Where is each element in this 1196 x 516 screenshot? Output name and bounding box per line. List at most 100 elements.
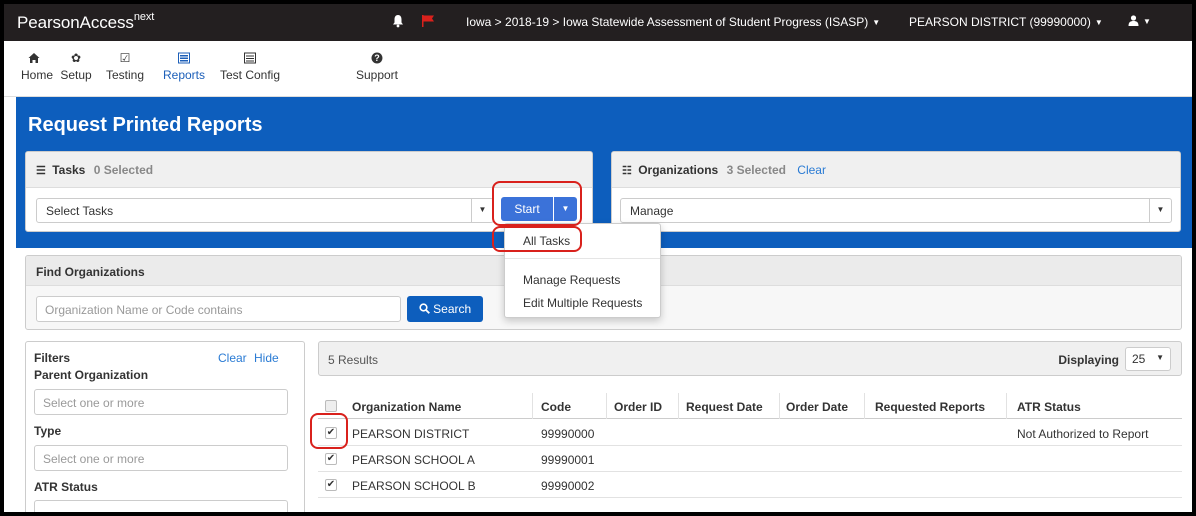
parent-organization-select[interactable]: Select one or more [34,389,288,415]
list-icon [244,52,256,64]
row-checkbox[interactable]: ✔ [325,479,337,491]
column-header-requested-reports[interactable]: Requested Reports [875,400,985,414]
organization-name: PEARSON DISTRICT [352,427,470,441]
table-row[interactable]: ✔ PEARSON SCHOOL B 99990002 [318,472,1182,498]
brand-name: PearsonAccess [17,13,134,32]
caret-down-icon: ▼ [471,199,493,222]
highlight-start-button [492,181,582,226]
column-header-order-date[interactable]: Order Date [786,400,848,414]
organization-dropdown[interactable]: PEARSON DISTRICT (99990000) ▼ [909,15,1103,29]
gear-icon: ✿ [70,51,82,65]
organization-code: 99990001 [541,453,595,467]
search-input[interactable]: Organization Name or Code contains [36,296,401,322]
caret-down-icon: ▼ [1156,353,1164,362]
nav-testing[interactable]: ☑ Testing [103,51,147,82]
user-icon [1128,15,1139,26]
brand-logo[interactable]: PearsonAccessnext [17,11,155,33]
search-icon [419,303,430,314]
task-select-text: Select Tasks [46,204,114,218]
organizations-select-text: Manage [630,204,674,218]
type-label: Type [34,424,62,438]
column-divider [779,393,780,419]
column-divider [606,393,607,419]
organization-name: PEARSON SCHOOL A [352,453,475,467]
checkbox-icon: ☑ [119,51,131,65]
main-nav: Home ✿ Setup ☑ Testing Reports Test Conf… [4,41,1192,97]
bell-icon[interactable] [391,14,405,28]
column-divider [1006,393,1007,419]
user-menu[interactable]: ▼ [1128,14,1151,28]
svg-text:?: ? [374,53,380,63]
nav-label: Reports [162,68,206,82]
tasks-title: Tasks [52,163,86,177]
column-header-code[interactable]: Code [541,400,571,414]
column-divider [864,393,865,419]
row-checkbox[interactable]: ✔ [325,453,337,465]
breadcrumb-dropdown[interactable]: Iowa > 2018-19 > Iowa Statewide Assessme… [466,15,880,29]
breadcrumb-text: Iowa > 2018-19 > Iowa Statewide Assessme… [466,15,869,29]
table-header-row: Organization Name Code Order ID Request … [318,393,1182,419]
organizations-selected-count: 3 Selected [726,163,786,177]
atr-status: Not Authorized to Report [1017,427,1149,441]
top-bar: PearsonAccessnext Iowa > 2018-19 > Iowa … [4,4,1192,41]
nav-test-config[interactable]: Test Config [217,51,283,82]
nav-label: Home [21,68,54,82]
displaying-label: Displaying [1058,353,1119,367]
filters-clear-link[interactable]: Clear [218,351,247,365]
brand-superscript: next [133,11,155,23]
column-divider [532,393,533,419]
select-all-checkbox[interactable] [325,400,337,412]
organizations-action-select[interactable]: Manage ▼ [620,198,1172,223]
caret-down-icon: ▼ [1094,18,1103,27]
atr-status-label: ATR Status [34,480,98,494]
menu-item-edit-multiple-requests[interactable]: Edit Multiple Requests [523,296,642,310]
search-button[interactable]: Search [407,296,483,322]
question-icon: ? [371,52,383,64]
table-row[interactable]: ✔ PEARSON DISTRICT 99990000 Not Authoriz… [318,420,1182,446]
highlight-row-checkbox [310,413,348,449]
organizations-panel: ☷ Organizations 3 Selected Clear Manage … [611,151,1181,232]
nav-support[interactable]: ? Support [354,51,400,82]
nav-setup[interactable]: ✿ Setup [59,51,93,82]
column-header-name[interactable]: Organization Name [352,400,461,414]
column-header-order-id[interactable]: Order ID [614,400,662,414]
atr-status-select[interactable] [34,500,288,512]
parent-organization-label: Parent Organization [34,368,149,382]
nav-reports[interactable]: Reports [162,51,206,82]
organization-code: 99990000 [541,427,595,441]
per-page-value: 25 [1132,352,1146,366]
page-title: Request Printed Reports [28,114,263,136]
highlight-all-tasks [492,226,582,252]
table-row[interactable]: ✔ PEARSON SCHOOL A 99990001 [318,446,1182,472]
filters-panel: Filters Clear Hide Parent Organization S… [25,341,305,512]
column-divider [678,393,679,419]
organizations-panel-header: ☷ Organizations 3 Selected Clear [612,152,1180,188]
nav-label: Setup [60,68,92,82]
app-frame: PearsonAccessnext Iowa > 2018-19 > Iowa … [4,4,1192,512]
filters-title: Filters [34,351,71,365]
organization-code: 99990002 [541,479,595,493]
organizations-title: Organizations [638,163,719,177]
results-bar: 5 Results Displaying 25 ▼ [318,341,1182,376]
flag-icon[interactable] [421,14,435,28]
caret-down-icon: ▼ [1143,17,1151,26]
type-select[interactable]: Select one or more [34,445,288,471]
report-icon [178,52,190,64]
tasks-icon: ☰ [36,165,46,177]
organizations-clear-link[interactable]: Clear [797,163,826,177]
nav-home[interactable]: Home [21,51,53,82]
nav-label: Test Config [219,68,281,82]
per-page-select[interactable]: 25 ▼ [1125,347,1171,371]
organization-name: PEARSON SCHOOL B [352,479,476,493]
menu-divider [505,258,660,259]
filters-hide-link[interactable]: Hide [254,351,279,365]
task-select[interactable]: Select Tasks ▼ [36,198,494,223]
nav-label: Support [355,68,399,82]
results-count: 5 Results [328,353,379,367]
column-header-atr-status[interactable]: ATR Status [1017,400,1081,414]
column-header-request-date[interactable]: Request Date [686,400,763,414]
home-icon [28,53,40,63]
caret-down-icon: ▼ [1149,199,1171,222]
menu-item-manage-requests[interactable]: Manage Requests [523,273,620,287]
list-icon: ☷ [622,165,632,177]
